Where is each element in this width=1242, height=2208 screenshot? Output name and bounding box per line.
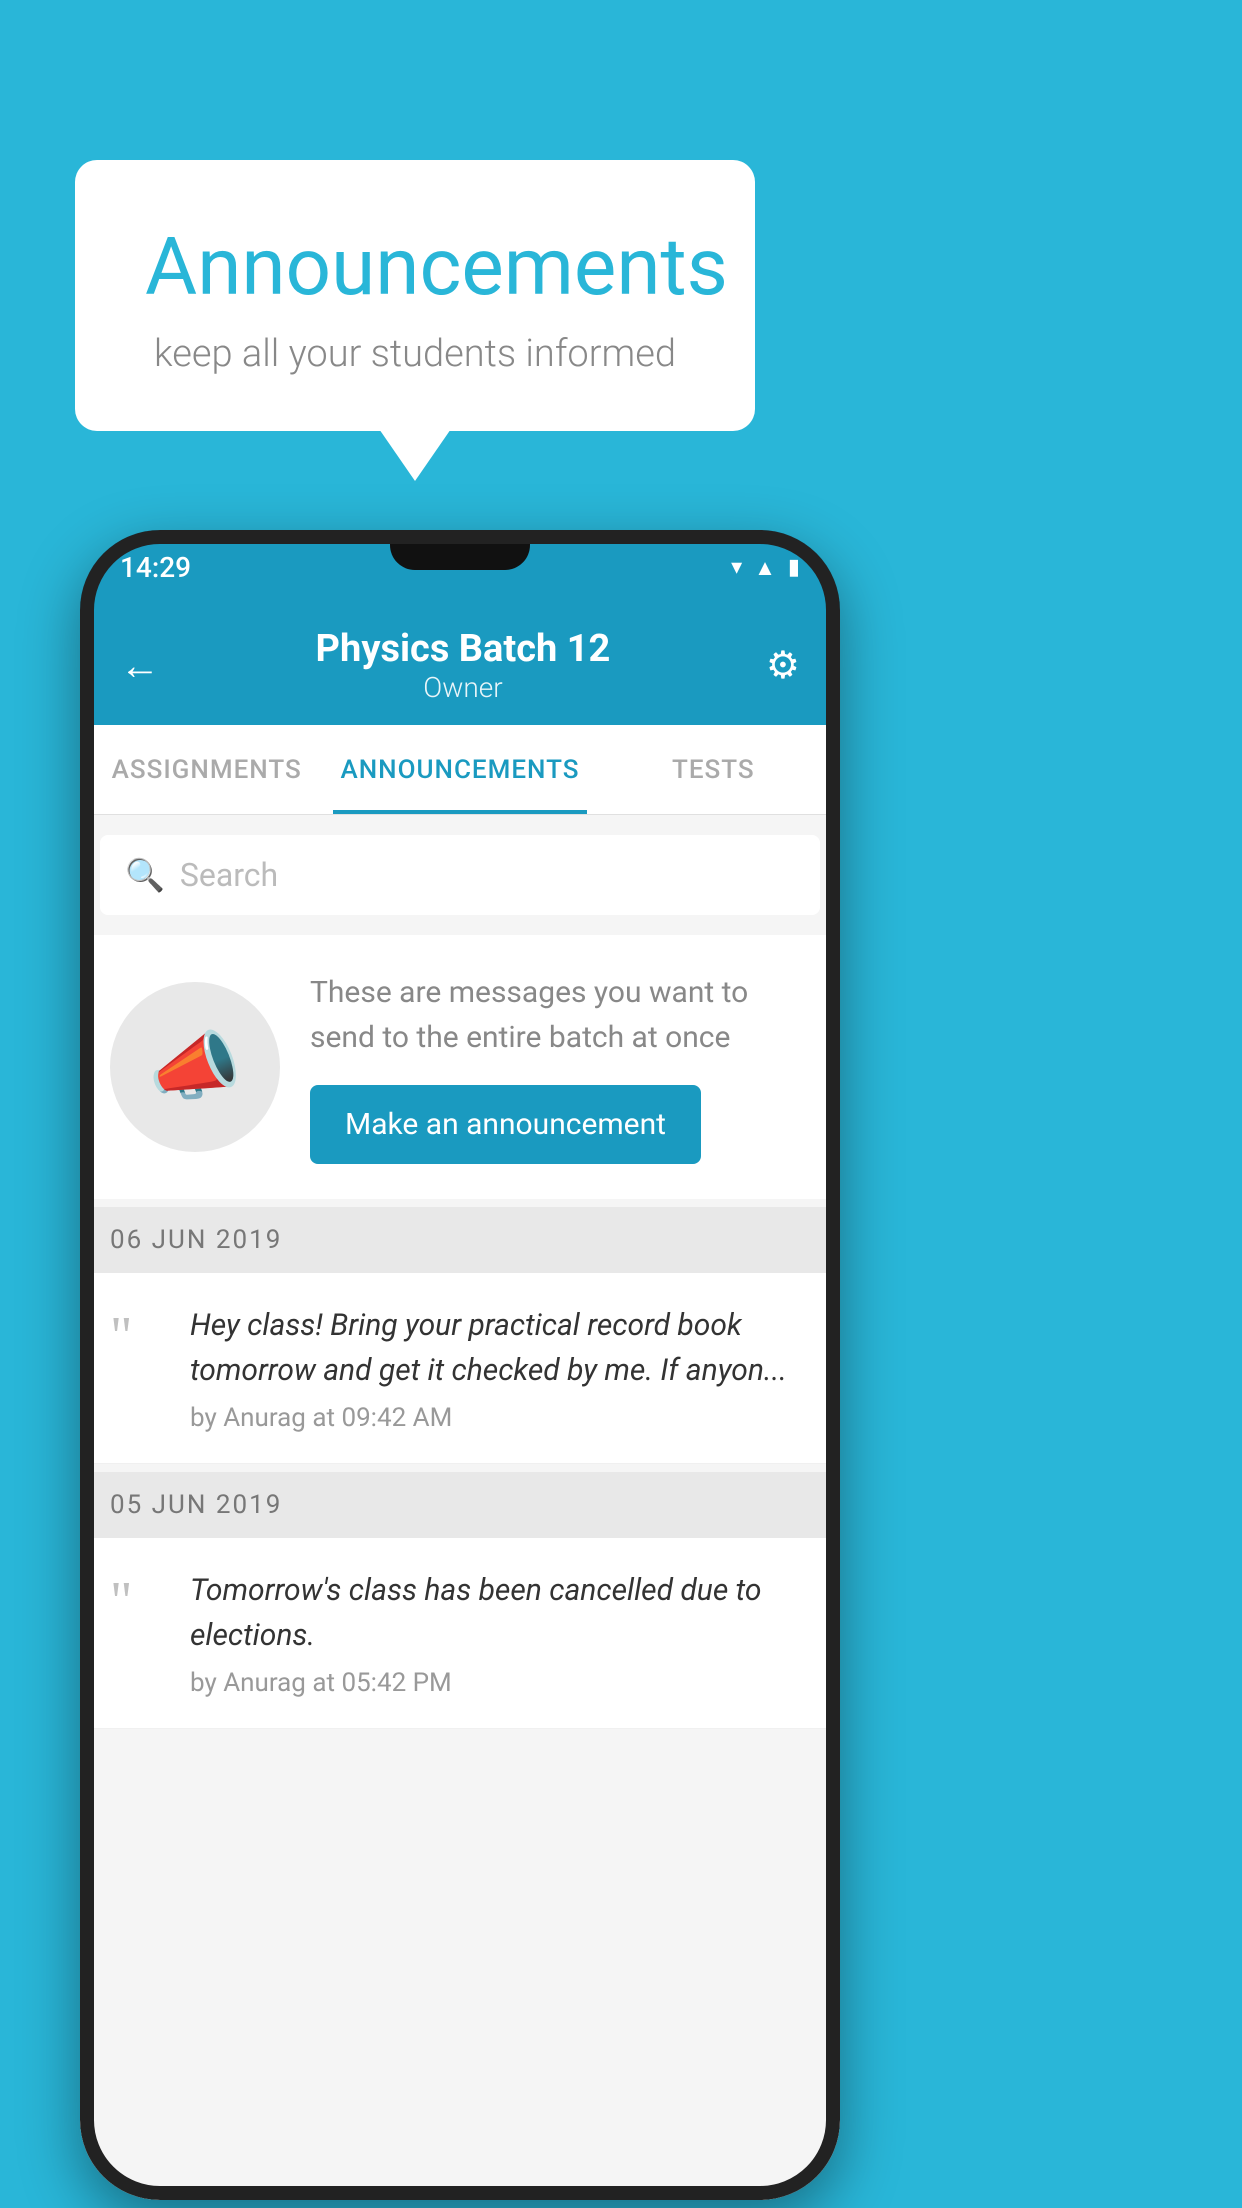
tabs-bar: ASSIGNMENTS ANNOUNCEMENTS TESTS	[80, 725, 840, 815]
announcement-content-2: Tomorrow's class has been cancelled due …	[190, 1568, 810, 1698]
announcement-text-2: Tomorrow's class has been cancelled due …	[190, 1568, 810, 1658]
announcement-text-1: Hey class! Bring your practical record b…	[190, 1303, 810, 1393]
promo-card: 📣 These are messages you want to send to…	[80, 935, 840, 1199]
app-bar-subtitle: Owner	[423, 671, 502, 704]
speech-bubble: Announcements keep all your students inf…	[75, 160, 755, 431]
tab-assignments[interactable]: ASSIGNMENTS	[80, 725, 333, 814]
announcement-meta-2: by Anurag at 05:42 PM	[190, 1668, 810, 1698]
tab-tests[interactable]: TESTS	[587, 725, 840, 814]
search-bar[interactable]: 🔍 Search	[100, 835, 820, 915]
back-button[interactable]: ←	[120, 642, 160, 689]
bubble-subtitle: keep all your students informed	[145, 332, 685, 376]
signal-icon: ▲	[754, 555, 776, 581]
status-icons: ▾ ▲ ▮	[731, 555, 800, 581]
app-bar-title-container: Physics Batch 12 Owner	[160, 627, 766, 704]
quote-icon-2: "	[110, 1573, 165, 1628]
announcement-item-2[interactable]: " Tomorrow's class has been cancelled du…	[80, 1538, 840, 1729]
content-area: 🔍 Search 📣 These are messages you want t…	[80, 815, 840, 2200]
announcement-content-1: Hey class! Bring your practical record b…	[190, 1303, 810, 1433]
make-announcement-button[interactable]: Make an announcement	[310, 1085, 701, 1164]
app-bar-title: Physics Batch 12	[160, 627, 766, 671]
speech-bubble-container: Announcements keep all your students inf…	[75, 160, 755, 431]
app-bar: ← Physics Batch 12 Owner ⚙	[80, 605, 840, 725]
search-icon: 🔍	[125, 856, 165, 894]
announcement-meta-1: by Anurag at 09:42 AM	[190, 1403, 810, 1433]
battery-icon: ▮	[788, 555, 800, 580]
quote-icon-1: "	[110, 1308, 165, 1363]
wifi-icon: ▾	[731, 555, 742, 580]
search-input-placeholder: Search	[180, 856, 278, 894]
phone-notch	[390, 530, 530, 570]
megaphone-icon: 📣	[148, 1023, 241, 1111]
status-bar: 14:29 ▾ ▲ ▮	[80, 530, 840, 605]
promo-description: These are messages you want to send to t…	[310, 970, 810, 1060]
phone-frame: 14:29 ▾ ▲ ▮ ← Physics Batch 12 Owner ⚙ A…	[80, 530, 840, 2200]
date-separator-2: 05 JUN 2019	[80, 1472, 840, 1538]
megaphone-circle: 📣	[110, 982, 280, 1152]
tab-announcements[interactable]: ANNOUNCEMENTS	[333, 725, 586, 814]
bubble-title: Announcements	[145, 220, 685, 314]
status-time: 14:29	[120, 551, 191, 584]
announcement-item-1[interactable]: " Hey class! Bring your practical record…	[80, 1273, 840, 1464]
settings-button[interactable]: ⚙	[766, 643, 800, 688]
date-separator-1: 06 JUN 2019	[80, 1207, 840, 1273]
promo-right: These are messages you want to send to t…	[310, 970, 810, 1164]
